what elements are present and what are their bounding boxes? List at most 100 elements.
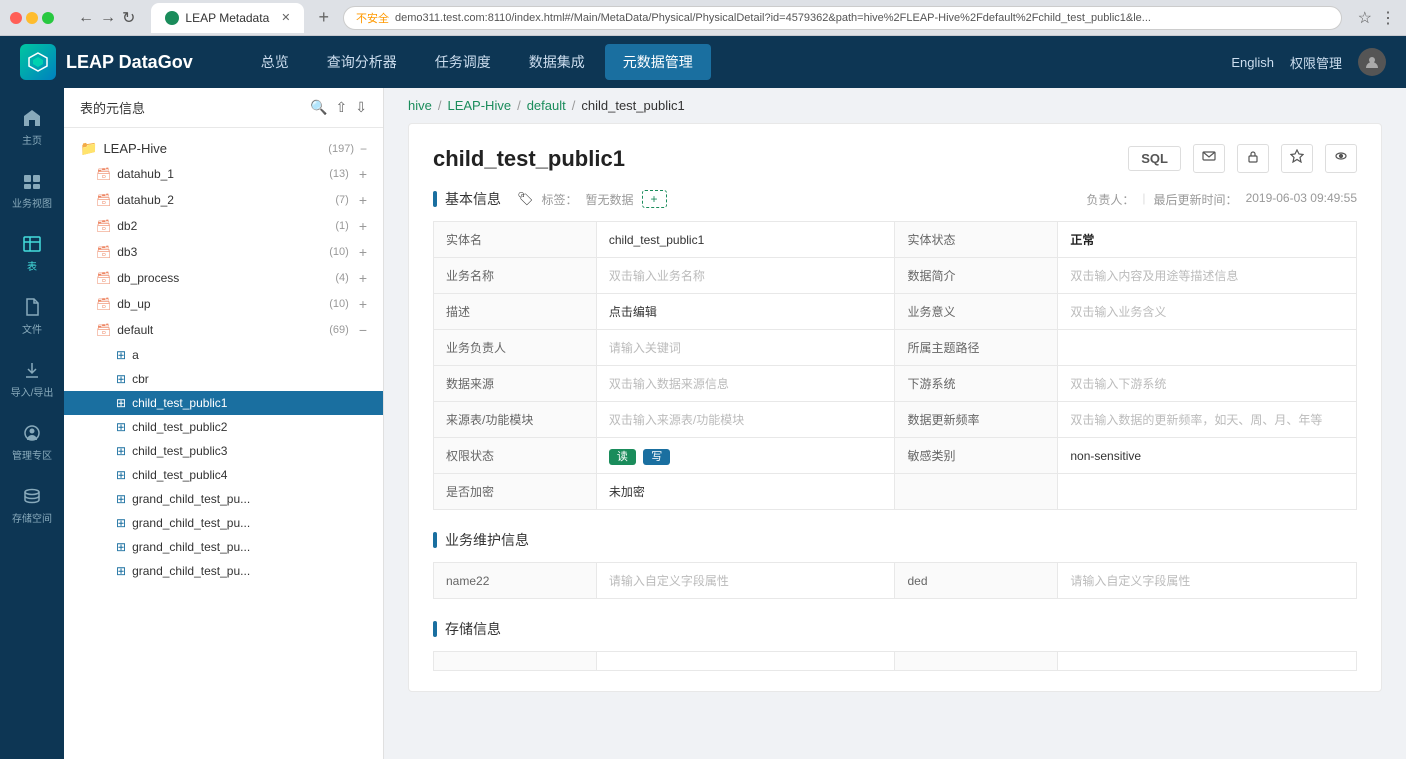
bookmark-icon[interactable]: ☆ bbox=[1358, 8, 1372, 28]
sidebar-item-business[interactable]: 业务视图 bbox=[4, 161, 60, 220]
email-button[interactable] bbox=[1193, 144, 1225, 173]
minimize-btn[interactable] bbox=[26, 12, 38, 24]
tree-table-grand2[interactable]: ⊞ grand_child_test_pu... bbox=[64, 511, 383, 535]
sidebar-label-table: 表 bbox=[27, 258, 37, 273]
tree-item-db-up[interactable]: 🗃 db_up (10) + bbox=[64, 291, 383, 317]
field-value-ded[interactable]: 请输入自定义字段属性 bbox=[1058, 563, 1357, 599]
field-value-desc[interactable]: 点击编辑 bbox=[596, 294, 895, 330]
sidebar-item-import[interactable]: 导入/导出 bbox=[4, 350, 60, 409]
tree-root-leap-hive[interactable]: 📁 LEAP-Hive (197) − bbox=[64, 136, 383, 161]
lock-button[interactable] bbox=[1237, 144, 1269, 173]
sidebar-item-storage[interactable]: 存储空间 bbox=[4, 476, 60, 535]
sidebar-item-file[interactable]: 文件 bbox=[4, 287, 60, 346]
tree-root-label: LEAP-Hive bbox=[103, 141, 322, 156]
tree-item-default[interactable]: 🗃 default (69) − bbox=[64, 317, 383, 343]
table-row: 是否加密 未加密 bbox=[434, 474, 1357, 510]
star-button[interactable] bbox=[1281, 144, 1313, 173]
eye-button[interactable] bbox=[1325, 144, 1357, 173]
tree-table-label: child_test_public1 bbox=[132, 396, 227, 410]
field-value-biz-owner[interactable]: 请输入关键词 bbox=[596, 330, 895, 366]
field-value-name22[interactable]: 请输入自定义字段属性 bbox=[596, 563, 895, 599]
tree-table-cbr[interactable]: ⊞ cbr bbox=[64, 367, 383, 391]
nav-item-data-integration[interactable]: 数据集成 bbox=[511, 44, 603, 80]
maximize-btn[interactable] bbox=[42, 12, 54, 24]
tree-table-grand4[interactable]: ⊞ grand_child_test_pu... bbox=[64, 559, 383, 583]
sidebar-item-admin[interactable]: 管理专区 bbox=[4, 413, 60, 472]
field-value-theme-path[interactable] bbox=[1058, 330, 1357, 366]
sql-button[interactable]: SQL bbox=[1128, 146, 1181, 171]
field-value-source-table[interactable]: 双击输入来源表/功能模块 bbox=[596, 402, 895, 438]
storage-table bbox=[433, 651, 1357, 671]
download-icon[interactable]: ⇩ bbox=[355, 99, 367, 116]
write-permission-btn[interactable]: 写 bbox=[643, 449, 670, 465]
field-value-update-freq[interactable]: 双击输入数据的更新频率，如天、周、月、年等 bbox=[1058, 402, 1357, 438]
tree-plus-icon[interactable]: + bbox=[359, 218, 367, 234]
tree-item-db2[interactable]: 🗃 db2 (1) + bbox=[64, 213, 383, 239]
upload-icon[interactable]: ⇧ bbox=[336, 99, 348, 116]
tree-plus-icon[interactable]: + bbox=[359, 296, 367, 312]
back-icon[interactable]: ← bbox=[78, 9, 94, 27]
nav-item-query[interactable]: 查询分析器 bbox=[309, 44, 415, 80]
tree-plus-icon[interactable]: + bbox=[359, 192, 367, 208]
tree-plus-icon[interactable]: + bbox=[359, 244, 367, 260]
browser-navigation[interactable]: ← → ↻ bbox=[78, 8, 135, 28]
db-icon: 🗃 bbox=[96, 219, 111, 233]
field-value-data-intro[interactable]: 双击输入内容及用途等描述信息 bbox=[1058, 258, 1357, 294]
table-row: 权限状态 读 写 敏感类别 non-sensitive bbox=[434, 438, 1357, 474]
field-value-biz-name[interactable]: 双击输入业务名称 bbox=[596, 258, 895, 294]
field-label-data-source: 数据来源 bbox=[434, 366, 597, 402]
refresh-icon[interactable]: ↻ bbox=[122, 8, 135, 28]
tree-table-child-test-public2[interactable]: ⊞ child_test_public2 bbox=[64, 415, 383, 439]
tree-table-label: child_test_public4 bbox=[132, 468, 227, 482]
new-tab-btn[interactable]: + bbox=[312, 5, 335, 30]
tree-plus-icon[interactable]: + bbox=[359, 166, 367, 182]
tree-table-grand3[interactable]: ⊞ grand_child_test_pu... bbox=[64, 535, 383, 559]
field-label-ded: ded bbox=[895, 563, 1058, 599]
url-text[interactable]: demo311.test.com:8110/index.html#/Main/M… bbox=[395, 12, 1329, 24]
field-label-theme-path: 所属主题路径 bbox=[895, 330, 1058, 366]
nav-item-metadata[interactable]: 元数据管理 bbox=[605, 44, 711, 80]
tree-plus-icon[interactable]: + bbox=[359, 270, 367, 286]
tree-table-a[interactable]: ⊞ a bbox=[64, 343, 383, 367]
tree-table-child-test-public1[interactable]: ⊞ child_test_public1 bbox=[64, 391, 383, 415]
admin-link[interactable]: 权限管理 bbox=[1290, 53, 1342, 72]
nav-item-overview[interactable]: 总览 bbox=[243, 44, 307, 80]
field-value-biz-meaning[interactable]: 双击输入业务含义 bbox=[1058, 294, 1357, 330]
breadcrumb-leap-hive[interactable]: LEAP-Hive bbox=[447, 98, 511, 113]
close-btn[interactable] bbox=[10, 12, 22, 24]
tree-item-db-process[interactable]: 🗃 db_process (4) + bbox=[64, 265, 383, 291]
tree-table-label: grand_child_test_pu... bbox=[132, 564, 250, 578]
browser-tab[interactable]: LEAP Metadata ✕ bbox=[151, 3, 304, 33]
field-value-downstream[interactable]: 双击输入下游系统 bbox=[1058, 366, 1357, 402]
meta-info-right: 负责人： | 最后更新时间： 2019-06-03 09:49:55 bbox=[1086, 191, 1357, 208]
tab-close-icon[interactable]: ✕ bbox=[281, 11, 290, 24]
field-label-desc: 描述 bbox=[434, 294, 597, 330]
url-bar[interactable]: 不安全 demo311.test.com:8110/index.html#/Ma… bbox=[343, 6, 1342, 30]
tags-label: 标签： bbox=[542, 191, 578, 208]
nav-item-task[interactable]: 任务调度 bbox=[417, 44, 509, 80]
tree-table-grand1[interactable]: ⊞ grand_child_test_pu... bbox=[64, 487, 383, 511]
lang-switch[interactable]: English bbox=[1231, 55, 1274, 70]
menu-icon[interactable]: ⋮ bbox=[1380, 8, 1396, 28]
breadcrumb-hive[interactable]: hive bbox=[408, 98, 432, 113]
tree-plus-icon[interactable]: − bbox=[359, 322, 367, 338]
tree-item-db3[interactable]: 🗃 db3 (10) + bbox=[64, 239, 383, 265]
breadcrumb-default[interactable]: default bbox=[527, 98, 566, 113]
tree-table-child-test-public4[interactable]: ⊞ child_test_public4 bbox=[64, 463, 383, 487]
field-value-entity-name[interactable]: child_test_public1 bbox=[596, 222, 895, 258]
tree-table-child-test-public3[interactable]: ⊞ child_test_public3 bbox=[64, 439, 383, 463]
search-icon[interactable]: 🔍 bbox=[310, 99, 327, 116]
table-row: 来源表/功能模块 双击输入来源表/功能模块 数据更新频率 双击输入数据的更新频率… bbox=[434, 402, 1357, 438]
tree-item-datahub1[interactable]: 🗃 datahub_1 (13) + bbox=[64, 161, 383, 187]
sidebar-item-table[interactable]: 表 bbox=[4, 224, 60, 283]
tree-table-label: child_test_public2 bbox=[132, 420, 227, 434]
tag-add-btn[interactable]: + bbox=[642, 190, 667, 208]
field-value-data-source[interactable]: 双击输入数据来源信息 bbox=[596, 366, 895, 402]
read-permission-btn[interactable]: 读 bbox=[609, 449, 636, 465]
tree-item-datahub2[interactable]: 🗃 datahub_2 (7) + bbox=[64, 187, 383, 213]
tree-root-collapse[interactable]: − bbox=[360, 142, 367, 156]
forward-icon[interactable]: → bbox=[100, 9, 116, 27]
window-controls[interactable] bbox=[10, 12, 54, 24]
user-avatar[interactable] bbox=[1358, 48, 1386, 76]
sidebar-item-home[interactable]: 主页 bbox=[4, 98, 60, 157]
